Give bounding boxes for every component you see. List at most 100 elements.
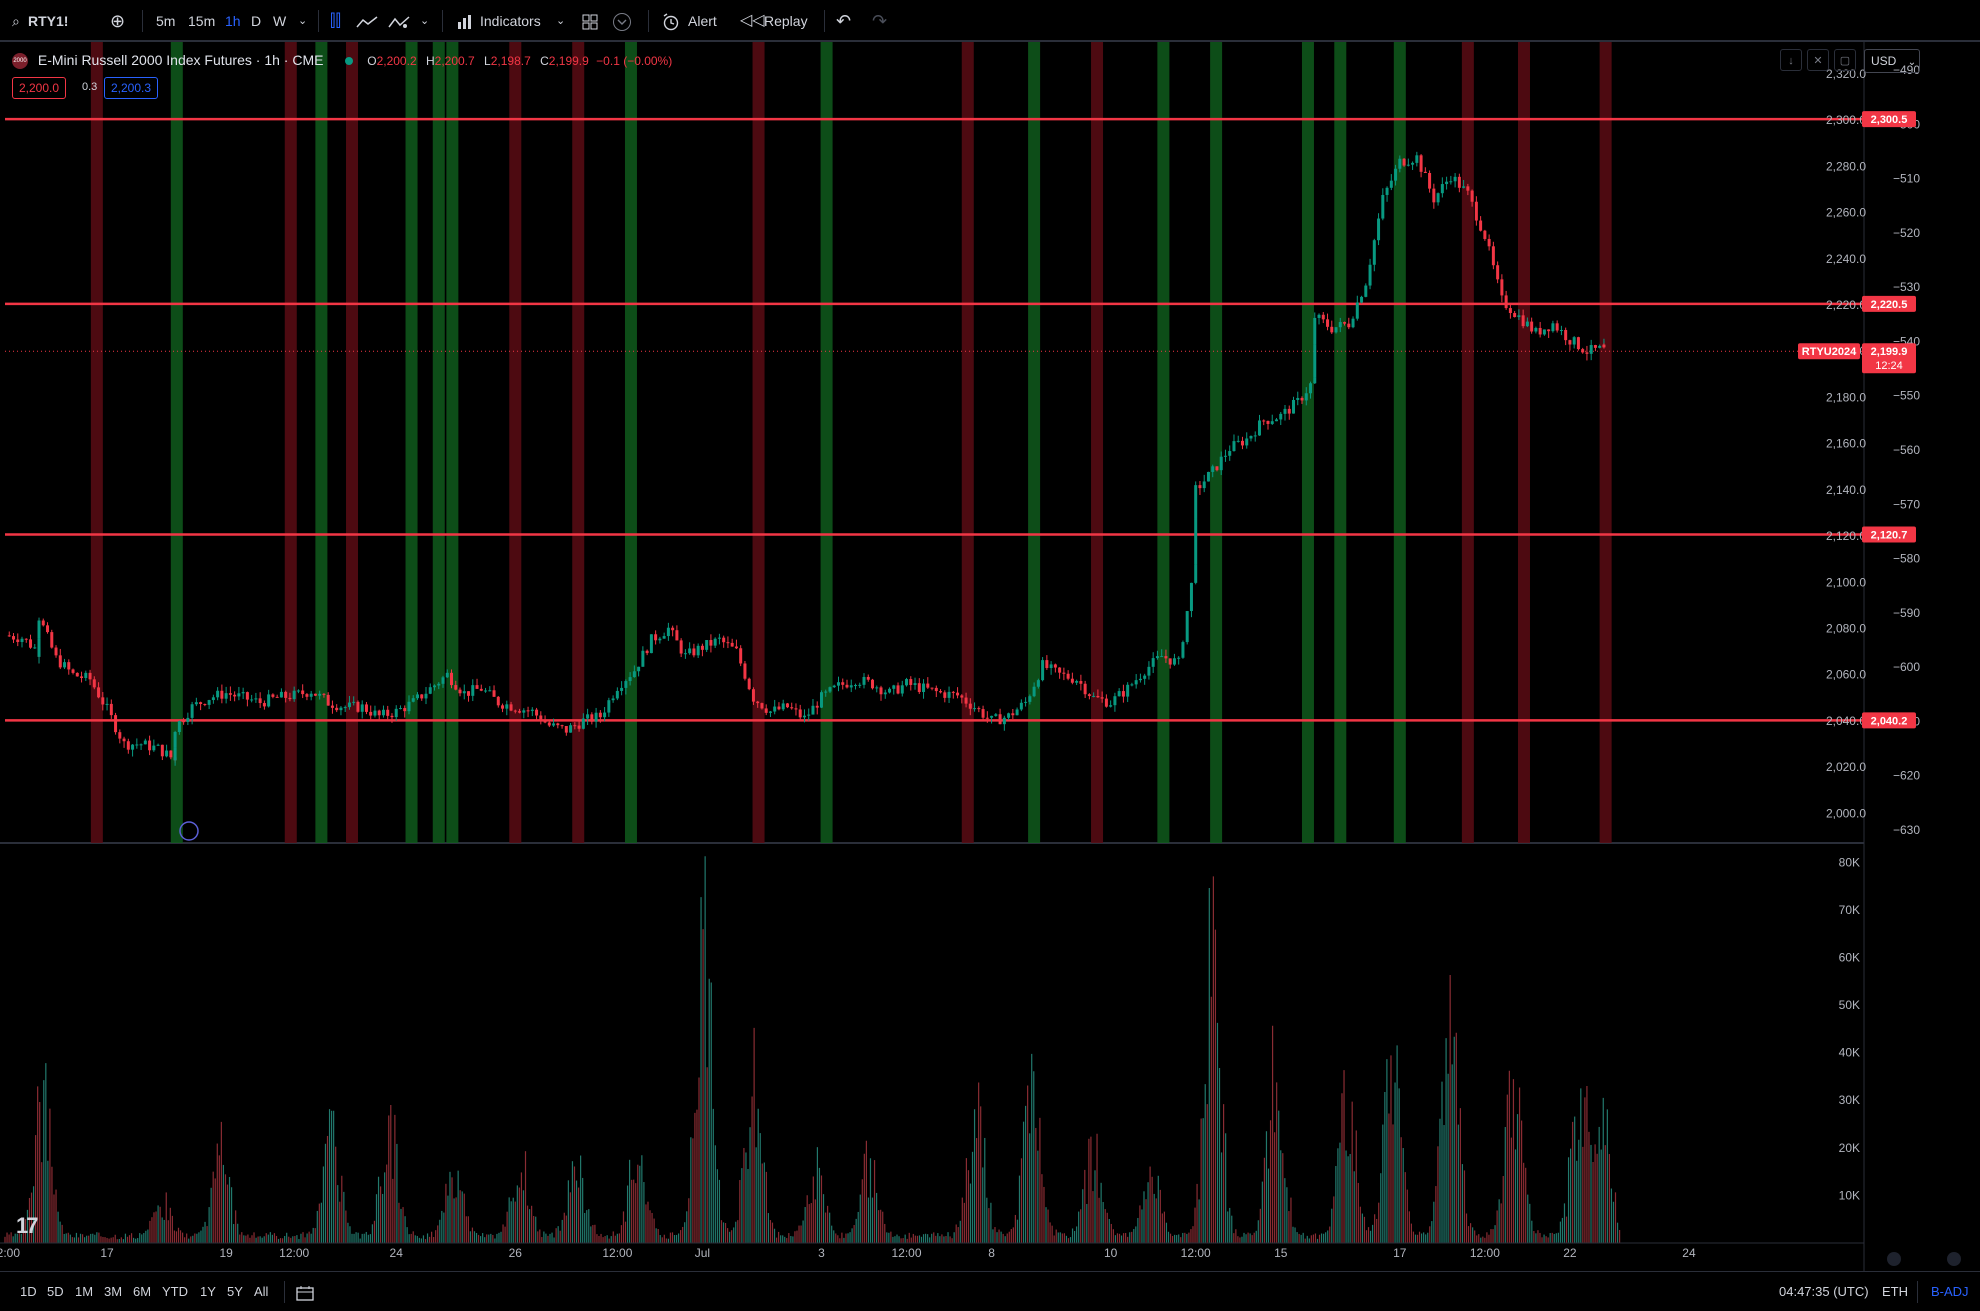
range-ytd[interactable]: YTD — [162, 1272, 188, 1311]
candle-body — [1087, 694, 1091, 697]
alert-icon[interactable] — [662, 0, 680, 42]
replay-icon[interactable]: ◁◁ — [740, 0, 765, 42]
candle-body — [662, 636, 666, 639]
range-1y[interactable]: 1Y — [200, 1272, 216, 1311]
candle-body — [360, 704, 364, 712]
time-tick-label: 12:00 — [602, 1246, 632, 1260]
candle-body — [1143, 675, 1147, 679]
candle-body — [118, 732, 122, 739]
candle-body — [1457, 176, 1461, 188]
signal-band-green — [1210, 42, 1223, 843]
currency-select[interactable]: USD ⌄ — [1864, 49, 1920, 73]
candle-body — [1168, 658, 1172, 665]
candle-body — [122, 738, 126, 742]
chevron-circle-icon[interactable] — [612, 0, 632, 42]
symbol-title[interactable]: E-Mini Russell 2000 Index Futures · 1h ·… — [38, 52, 324, 68]
range-all[interactable]: All — [254, 1272, 268, 1311]
range-3m[interactable]: 3M — [104, 1272, 122, 1311]
candle-body — [535, 709, 539, 716]
candle-body — [556, 723, 560, 726]
timeframe-w[interactable]: W — [273, 0, 286, 42]
candle-body — [199, 702, 203, 705]
candle-body — [573, 725, 577, 727]
adjustment-toggle[interactable]: B-ADJ — [1931, 1272, 1969, 1311]
candle-body — [1062, 672, 1066, 674]
candle-body — [364, 704, 368, 712]
candle-body — [284, 691, 288, 698]
candle-body — [1326, 319, 1330, 327]
candle-body — [875, 687, 879, 689]
candle-body — [1321, 314, 1325, 320]
candle-body — [522, 710, 526, 713]
chevron-down-icon[interactable]: ⌄ — [298, 0, 307, 42]
calendar-icon[interactable] — [296, 1272, 314, 1311]
candle-body — [462, 691, 466, 694]
candle-body — [917, 683, 921, 693]
candle-body — [824, 691, 828, 693]
candle-body — [717, 637, 721, 639]
candle-body — [1313, 317, 1317, 345]
undo-icon[interactable]: ↶ — [836, 0, 851, 42]
sell-button[interactable]: 2,200.0 — [12, 77, 67, 99]
timeframe-5m[interactable]: 5m — [156, 0, 175, 42]
range-1m[interactable]: 1M — [75, 1272, 93, 1311]
separator — [142, 10, 143, 32]
candle-body — [1015, 709, 1019, 716]
collapse-icon[interactable]: ✕ — [1807, 49, 1829, 71]
layouts-icon[interactable] — [582, 0, 598, 42]
timeframe-d[interactable]: D — [251, 0, 261, 42]
line-chart-icon[interactable] — [356, 0, 378, 42]
indicator-template-icon[interactable] — [388, 0, 410, 42]
candle-body — [1351, 318, 1355, 328]
session-toggle[interactable]: ETH — [1882, 1272, 1908, 1311]
candle-body — [998, 714, 1002, 725]
search-icon[interactable]: ⌕ — [12, 0, 20, 42]
candle-body — [156, 744, 160, 746]
volume-tick-label: 60K — [1839, 950, 1860, 964]
candle-body — [80, 676, 84, 678]
candle-body — [1104, 698, 1108, 707]
signal-band-red — [1461, 42, 1474, 843]
candle-body — [343, 707, 347, 709]
signal-band-green — [405, 42, 418, 843]
chart-canvas[interactable]: 2,000.0 2,020.0 2,040.0 2,060.0 2,080.0 2,100… — [0, 42, 1980, 1271]
redo-icon[interactable]: ↷ — [872, 0, 887, 42]
compare-add-icon[interactable]: ⊕ — [110, 0, 125, 42]
range-1d[interactable]: 1D — [20, 1272, 37, 1311]
candle-body — [428, 687, 432, 694]
volume-axis[interactable]: 10K 20K 30K 40K 50K 60K 70K 80K — [1839, 855, 1860, 1202]
candle-body — [671, 627, 675, 631]
market-status-icon[interactable] — [345, 57, 354, 66]
price-axis[interactable]: 2,000.0 2,020.0 2,040.0 2,060.0 2,080.0 2,100… — [1826, 67, 1866, 820]
maximize-icon[interactable]: ▢ — [1834, 49, 1856, 71]
range-5y[interactable]: 5Y — [227, 1272, 243, 1311]
candle-body — [854, 685, 857, 687]
chevron-down-icon[interactable]: ⌄ — [420, 0, 429, 42]
candle-body — [896, 685, 900, 694]
candle-body — [1598, 345, 1602, 348]
chevron-down-icon[interactable]: ⌄ — [556, 0, 565, 42]
buy-button[interactable]: 2,200.3 — [104, 77, 159, 99]
candle-body — [488, 690, 492, 692]
level-tag-label: 2,220.5 — [1871, 299, 1908, 311]
replay-button[interactable]: Replay — [764, 0, 808, 42]
candle-body — [1155, 656, 1159, 659]
candle-body — [611, 698, 615, 701]
clock-display[interactable]: 04:47:35 (UTC) — [1779, 1272, 1869, 1311]
indicators-button[interactable]: Indicators — [480, 0, 541, 42]
price-tick-label: 2,280.0 — [1826, 159, 1866, 173]
candle-body — [203, 704, 207, 706]
range-5d[interactable]: 5D — [47, 1272, 64, 1311]
range-6m[interactable]: 6M — [133, 1272, 151, 1311]
timeframe-1h[interactable]: 1h — [225, 0, 241, 42]
candle-body — [1559, 330, 1563, 332]
timeframe-15m[interactable]: 15m — [188, 0, 215, 42]
download-icon[interactable]: ↓ — [1780, 49, 1802, 71]
alert-button[interactable]: Alert — [688, 0, 717, 42]
candle-body — [1266, 420, 1270, 424]
symbol-search[interactable]: RTY1! — [28, 0, 68, 42]
indicators-icon[interactable] — [456, 0, 474, 42]
candle-body — [1194, 518, 1198, 565]
candles-icon[interactable]: ⫿⫿ — [330, 0, 341, 42]
candle-body — [1041, 660, 1045, 681]
